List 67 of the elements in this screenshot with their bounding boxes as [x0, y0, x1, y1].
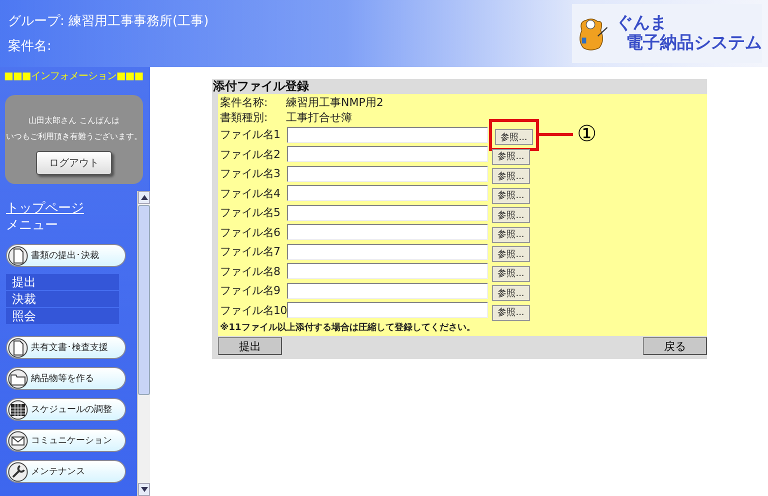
top-page-link[interactable]: トップページ: [6, 200, 84, 217]
browse-button[interactable]: 参照...: [492, 266, 530, 282]
field-label: ファイル名6: [220, 224, 282, 240]
menu-button[interactable]: 書類の提出･決裁: [6, 244, 126, 267]
file-input-field[interactable]: [287, 204, 488, 221]
project-name-label: 案件名:: [8, 39, 52, 54]
logout-button[interactable]: ログアウト: [36, 151, 112, 175]
browse-button[interactable]: 参照...: [492, 207, 530, 223]
file-input-field[interactable]: [287, 282, 488, 299]
field-label: 案件名称:: [220, 95, 269, 110]
browse-button[interactable]: 参照...: [492, 188, 530, 204]
browse-button[interactable]: 参照...: [492, 246, 530, 262]
scrollbar[interactable]: [137, 191, 150, 496]
field-label: 書類種別:: [220, 110, 269, 125]
file-input-field[interactable]: [287, 185, 488, 202]
menu-button[interactable]: コミュニケーション: [6, 429, 126, 452]
file-input-field[interactable]: [287, 126, 488, 143]
browse-button[interactable]: 参照...: [492, 285, 530, 301]
calendar-icon: [8, 400, 28, 420]
greeting-text: 山田太郎さん こんばんは: [28, 115, 120, 127]
submenu-item[interactable]: 照会: [6, 308, 119, 324]
browse-button[interactable]: 参照...: [492, 148, 530, 164]
field-label: ファイル名9: [220, 283, 282, 298]
field-label: ファイル名7: [220, 244, 282, 260]
file-input-field[interactable]: [287, 146, 488, 162]
thanks-text: いつもご利用頂き有難うございます。: [6, 131, 142, 143]
form-title: 添付ファイル登録: [212, 79, 310, 94]
browse-button[interactable]: 参照...: [492, 226, 530, 242]
submenu-item[interactable]: 提出: [6, 274, 119, 290]
browse-button[interactable]: 参照...: [492, 304, 530, 320]
folder-icon: [8, 368, 28, 388]
logo-text: ぐんま: [616, 14, 668, 33]
field-label: ファイル名3: [220, 166, 282, 182]
logo-text: 電子納品システム: [626, 33, 762, 53]
menu-button[interactable]: メンテナンス: [6, 460, 126, 483]
file-input-field[interactable]: [287, 263, 488, 280]
back-button[interactable]: 戻る: [643, 337, 707, 355]
file-input-field[interactable]: [287, 244, 488, 260]
info-heading: ■■■インフォメーション■■■: [3, 70, 144, 83]
field-label: ファイル名8: [220, 264, 282, 279]
field-label: ファイル名10: [220, 302, 287, 318]
group-name: グループ: 練習用工事事務所(工事): [8, 14, 209, 29]
document-icon: [8, 338, 28, 358]
callout-number: ①: [577, 124, 597, 145]
submenu-item[interactable]: 決裁: [6, 291, 119, 307]
menu-button[interactable]: スケジュールの調整: [6, 398, 126, 421]
submit-button[interactable]: 提出: [218, 337, 282, 355]
file-input-field[interactable]: [287, 302, 488, 318]
field-label: ファイル名4: [220, 186, 282, 201]
field-label: ファイル名2: [220, 146, 282, 162]
field-value: 工事打合せ簿: [286, 110, 352, 125]
wrench-icon: [8, 462, 28, 482]
browse-button[interactable]: 参照...: [492, 168, 530, 184]
browse-button[interactable]: 参照...: [495, 129, 533, 145]
envelope-icon: [8, 430, 28, 450]
menu-button[interactable]: 共有文書･検査支援: [6, 336, 126, 359]
document-icon: [8, 246, 28, 266]
field-label: ファイル名1: [220, 127, 282, 142]
up-arrow-icon[interactable]: [140, 195, 148, 200]
note-text: ※11ファイル以上添付する場合は圧縮して登録してください。: [220, 321, 476, 335]
file-input-field[interactable]: [287, 224, 488, 240]
down-arrow-icon[interactable]: [140, 487, 148, 492]
menu-button[interactable]: 納品物等を作る: [6, 367, 126, 390]
file-input-field[interactable]: [287, 166, 488, 182]
menu-heading: メニュー: [6, 217, 58, 234]
field-label: ファイル名5: [220, 205, 282, 220]
field-value: 練習用工事NMP用2: [286, 95, 384, 110]
